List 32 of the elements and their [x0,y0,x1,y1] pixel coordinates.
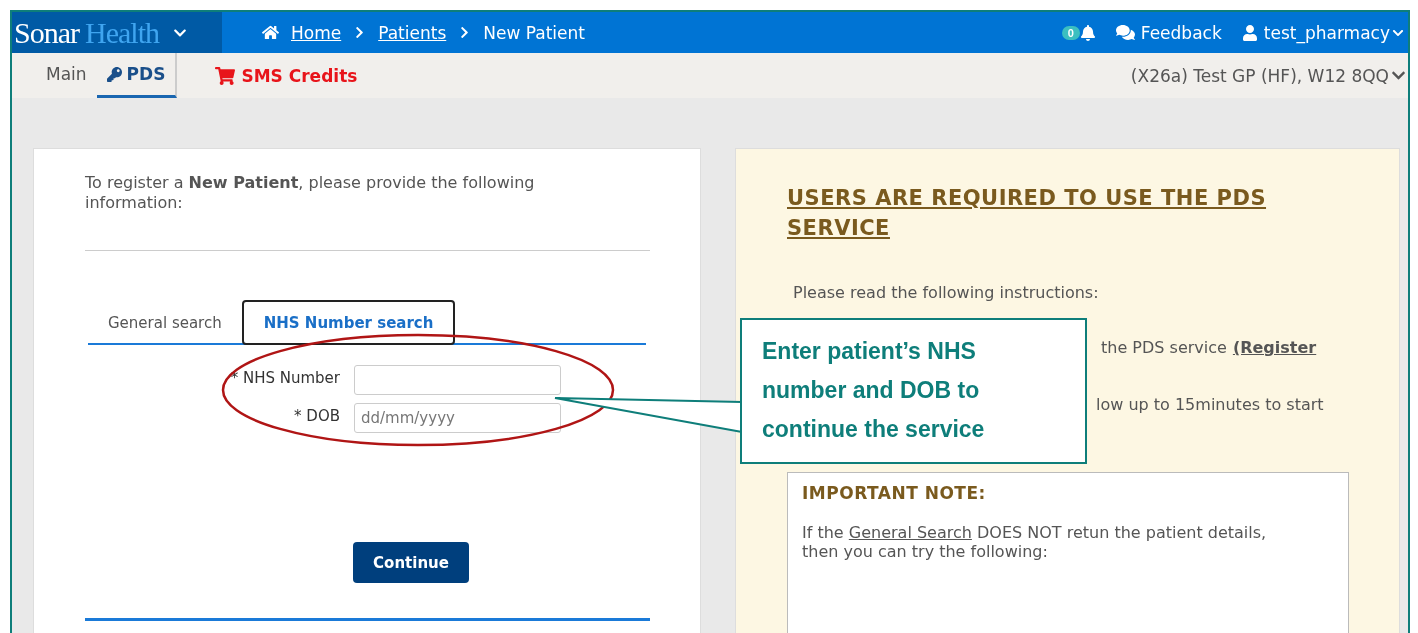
bell-icon [1079,24,1096,41]
note-title: IMPORTANT NOTE: [802,483,987,503]
notice-title: USERS ARE REQUIRED TO USE THE PDS SERVICE [787,185,1268,242]
input-field[interactable] [354,365,561,395]
instruction-text: low up to 15minutes to start [1096,395,1324,414]
instruction-text: the PDS service [1101,338,1227,357]
feedback-link[interactable]: Feedback [1140,22,1222,43]
nav-tab[interactable]: Main [36,53,97,98]
home-icon [262,24,279,41]
note-text: If the General Search DOES NOT retun the patient details, then you can try the following: [802,523,1268,561]
cart-icon [215,65,236,86]
intro-text: To register a New Patient, please provide the following information: [85,173,536,213]
instructions-text: Please read the following instructions: [793,283,1100,302]
logo: Sonar Health [14,15,159,50]
register-link[interactable]: (Register [1232,338,1317,357]
nav-tab[interactable]: PDS [96,53,178,98]
breadcrumb-link[interactable]: Home [291,22,342,43]
continue-button[interactable]: Continue [353,542,469,583]
count-badge: 0 [1061,25,1080,40]
field-label: * DOB [294,407,340,425]
breadcrumb-link[interactable]: Patients [378,22,447,43]
general-search-link[interactable]: General Search [848,523,972,542]
user-icon [1241,24,1258,41]
key-icon [106,66,122,82]
sms-credits-link[interactable]: SMS Credits [241,53,358,98]
practice-selector[interactable]: (X26a) Test GP (HF), W12 8QQ [1130,53,1391,98]
callout-text: Enter patient’s NHS number and DOB to continue the service [740,318,1087,464]
breadcrumb-current[interactable]: New Patient [483,22,585,43]
search-tab[interactable]: NHS Number search [241,300,456,345]
input-field[interactable]: dd/mm/yyyy [354,403,561,433]
user-menu[interactable]: test_pharmacy [1263,22,1390,43]
chat-icon [1115,23,1135,42]
